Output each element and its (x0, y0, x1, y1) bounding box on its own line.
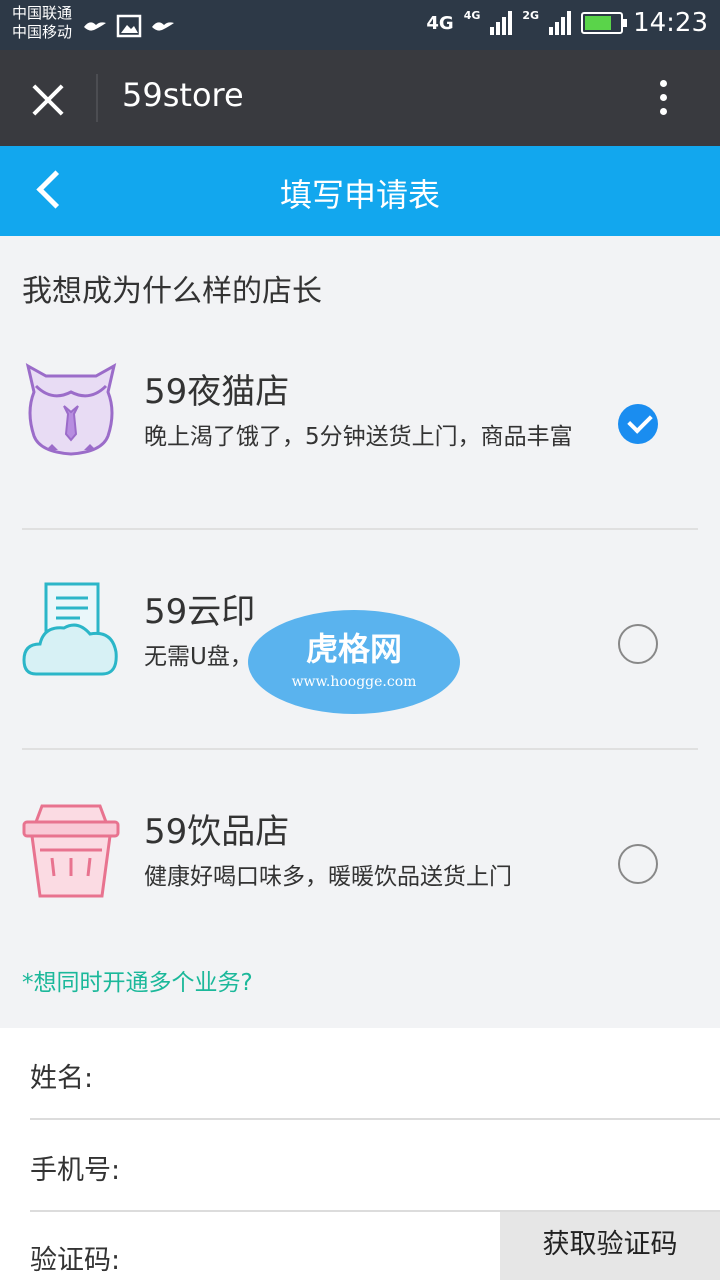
notification-icons (82, 14, 176, 38)
app-title: 59store (122, 76, 244, 114)
get-code-button[interactable]: 获取验证码 (500, 1212, 720, 1280)
radio-unchecked-icon[interactable] (618, 844, 658, 884)
option-divider (22, 748, 698, 750)
code-input[interactable] (150, 1234, 480, 1278)
phone-label: 手机号: (30, 1155, 121, 1186)
name-label: 姓名: (30, 1063, 94, 1094)
option-description: 健康好喝口味多，暖暖饮品送货上门 (144, 864, 512, 890)
battery-icon (581, 12, 628, 34)
name-input[interactable] (150, 1050, 550, 1094)
carrier-1: 中国联通 (12, 4, 73, 22)
phone-row: 手机号: (30, 1120, 720, 1212)
option-divider (22, 528, 698, 530)
bird-icon (84, 22, 106, 31)
option-name: 59饮品店 (144, 812, 290, 852)
multi-business-link[interactable]: *想同时开通多个业务? (22, 963, 253, 997)
title-divider (96, 74, 98, 122)
signal-icon-2 (549, 11, 572, 35)
system-icons: 4G 4G 2G 14:23 (426, 8, 708, 38)
network-type-1: 4G (426, 12, 454, 34)
status-bar: 中国联通 中国移动 4G 4G 2G 14:23 (0, 0, 720, 50)
page-header: 填写申请表 (0, 146, 720, 236)
watermark: 虎格网 www.hoogge.com (248, 610, 460, 714)
clock: 14:23 (633, 8, 708, 38)
carrier-info: 中国联通 中国移动 (12, 4, 72, 42)
option-name: 59夜猫店 (144, 372, 290, 412)
wechat-title-bar: 59store (0, 50, 720, 146)
option-description: 晚上渴了饿了，5分钟送货上门，商品丰富 (144, 424, 573, 450)
image-icon (116, 14, 142, 38)
close-icon[interactable] (28, 80, 68, 120)
store-option-night[interactable]: 59夜猫店 晚上渴了饿了，5分钟送货上门，商品丰富 (22, 360, 698, 500)
network-type-2-small: 2G (522, 8, 540, 22)
network-type-1-small: 4G (463, 8, 481, 22)
watermark-text: 虎格网 (305, 630, 402, 668)
bird-icon-2 (152, 22, 174, 31)
carrier-2: 中国移动 (12, 23, 73, 41)
name-row: 姓名: (30, 1028, 720, 1120)
page-title: 填写申请表 (279, 176, 440, 214)
store-option-drinks[interactable]: 59饮品店 健康好喝口味多，暖暖饮品送货上门 (22, 800, 698, 910)
code-label: 验证码: (30, 1245, 121, 1276)
code-row: 验证码: (30, 1212, 500, 1280)
option-name: 59云印 (144, 592, 256, 632)
cloud-document-icon (22, 582, 118, 676)
owl-icon (25, 363, 117, 456)
drink-cup-icon (22, 804, 120, 898)
phone-input[interactable] (150, 1142, 550, 1186)
radio-checked-icon[interactable] (618, 404, 658, 444)
application-form: 姓名: 手机号: 验证码: 获取验证码 (0, 1028, 720, 1280)
radio-unchecked-icon[interactable] (618, 624, 658, 664)
watermark-url: www.hoogge.com (291, 674, 417, 690)
more-options-icon[interactable] (660, 80, 672, 120)
signal-icon-1 (490, 11, 513, 35)
section-title: 我想成为什么样的店长 (22, 274, 322, 309)
